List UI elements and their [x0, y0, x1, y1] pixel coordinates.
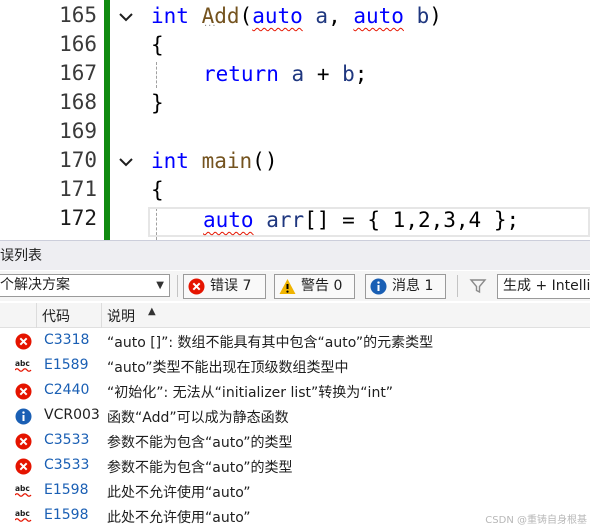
code-line[interactable]: { [0, 31, 590, 60]
error-row[interactable]: C3533 参数不能为包含“auto”的类型 [0, 454, 590, 479]
info-icon [15, 408, 32, 425]
column-divider [101, 303, 102, 328]
messages-filter-label: 消息 1 [392, 278, 434, 294]
code-token: [] = { 1,2,3,4 }; [304, 208, 520, 232]
filter-funnel-icon[interactable] [469, 277, 487, 295]
dropdown-arrow-icon: ▼ [156, 280, 164, 291]
toolbar-separator [457, 275, 458, 297]
scope-dropdown-value: 个解决方案 [0, 277, 70, 293]
build-source-dropdown[interactable]: 生成 + IntelliSense [497, 274, 590, 299]
error-icon [15, 383, 32, 400]
intellisense-error-icon: abc [15, 509, 32, 522]
info-icon [370, 278, 387, 295]
code-token: main [201, 149, 253, 173]
error-code[interactable]: C3533 [44, 432, 89, 448]
error-row[interactable]: abc E1589 “auto”类型不能出现在顶级数组类型中 [0, 354, 590, 379]
error-row[interactable]: VCR003 函数“Add”可以成为静态函数 [0, 404, 590, 429]
code-token: { [151, 33, 164, 57]
error-code[interactable]: C3533 [44, 457, 89, 473]
code-token: , [328, 4, 354, 28]
code-token: auto [203, 208, 254, 232]
code-line[interactable]: return a + b; [0, 60, 590, 89]
code-token: int [151, 4, 189, 28]
code-token: { [151, 178, 164, 202]
error-description: “auto”类型不能出现在顶级数组类型中 [107, 360, 349, 376]
warning-icon [279, 279, 296, 294]
toolbar-separator [177, 275, 178, 297]
error-icon [15, 333, 32, 350]
error-code[interactable]: E1589 [44, 357, 88, 373]
intellisense-error-icon: abc [15, 359, 32, 372]
watermark: CSDN @重铸自身根基 [485, 515, 587, 526]
code-token: () [252, 149, 278, 173]
code-line[interactable] [0, 118, 590, 147]
error-code: VCR003 [44, 407, 100, 423]
messages-filter-button[interactable]: 消息 1 [365, 274, 446, 299]
code-line[interactable]: int main() [0, 147, 590, 176]
error-list-toolbar: 个解决方案 ▼ 错误 7 警告 0 消息 1 生成 + IntelliSense [0, 271, 590, 301]
code-token: Add [201, 4, 240, 28]
code-token: + [304, 62, 343, 86]
error-row[interactable]: C3318 “auto []”: 数组不能具有其中包含“auto”的元素类型 [0, 329, 590, 354]
code-line[interactable]: { [0, 176, 590, 205]
code-token: auto [252, 4, 303, 28]
error-code[interactable]: E1598 [44, 482, 88, 498]
error-row[interactable]: C3533 参数不能为包含“auto”的类型 [0, 429, 590, 454]
code-line[interactable]: auto arr[] = { 1,2,3,4 }; [0, 206, 590, 235]
code-token: ) [429, 4, 442, 28]
code-token: return [203, 62, 279, 86]
error-description: 此处不允许使用“auto” [107, 485, 251, 501]
code-token: a [291, 62, 305, 86]
code-token: b [416, 4, 430, 28]
code-line[interactable]: } [0, 89, 590, 118]
warnings-filter-button[interactable]: 警告 0 [274, 274, 355, 299]
build-source-value: 生成 + IntelliSense [503, 278, 590, 294]
error-row[interactable]: abc E1598 此处不允许使用“auto” [0, 479, 590, 504]
code-token: ; [354, 62, 368, 86]
svg-text:abc: abc [15, 484, 30, 493]
errors-filter-button[interactable]: 错误 7 [183, 274, 266, 299]
error-code[interactable]: C3318 [44, 332, 89, 348]
scope-dropdown[interactable]: 个解决方案 ▼ [0, 274, 170, 297]
column-header-code[interactable]: 代码 [42, 306, 70, 326]
warnings-filter-label: 警告 0 [301, 278, 343, 294]
error-description: 参数不能为包含“auto”的类型 [107, 460, 293, 476]
code-token: } [151, 91, 164, 115]
intellisense-error-icon: abc [15, 484, 32, 497]
column-header-row: 代码 说明 ▲ [0, 303, 590, 328]
error-icon [188, 278, 205, 295]
error-description: “auto []”: 数组不能具有其中包含“auto”的元素类型 [107, 335, 434, 351]
error-code[interactable]: E1598 [44, 507, 88, 523]
errors-filter-label: 错误 7 [210, 278, 252, 294]
error-row[interactable]: C2440 “初始化”: 无法从“initializer list”转换为“int… [0, 379, 590, 404]
code-token: auto [353, 4, 404, 28]
code-token: int [151, 149, 189, 173]
error-description: 参数不能为包含“auto”的类型 [107, 435, 293, 451]
error-icon [15, 458, 32, 475]
code-token: b [342, 62, 355, 86]
svg-text:abc: abc [15, 509, 30, 518]
code-token: a [315, 4, 329, 28]
svg-text:abc: abc [15, 359, 30, 368]
code-editor[interactable]: 165 166 167 168 169 170 171 172 ··· int … [0, 0, 590, 240]
error-description: “初始化”: 无法从“initializer list”转换为“int” [107, 385, 394, 401]
panel-title: 误列表 [0, 240, 590, 270]
column-header-description[interactable]: 说明 [107, 306, 135, 326]
code-token: arr [266, 208, 305, 232]
column-divider [36, 303, 37, 328]
code-line[interactable]: int Add(auto a, auto b) [0, 2, 590, 31]
sort-ascending-icon: ▲ [148, 306, 156, 317]
error-description: 函数“Add”可以成为静态函数 [107, 410, 289, 426]
error-list-panel: 误列表 个解决方案 ▼ 错误 7 警告 0 消息 1 生成 + IntelliS… [0, 240, 590, 531]
code-token: ( [239, 4, 253, 28]
error-description: 此处不允许使用“auto” [107, 510, 251, 526]
error-icon [15, 433, 32, 450]
error-code[interactable]: C2440 [44, 382, 89, 398]
